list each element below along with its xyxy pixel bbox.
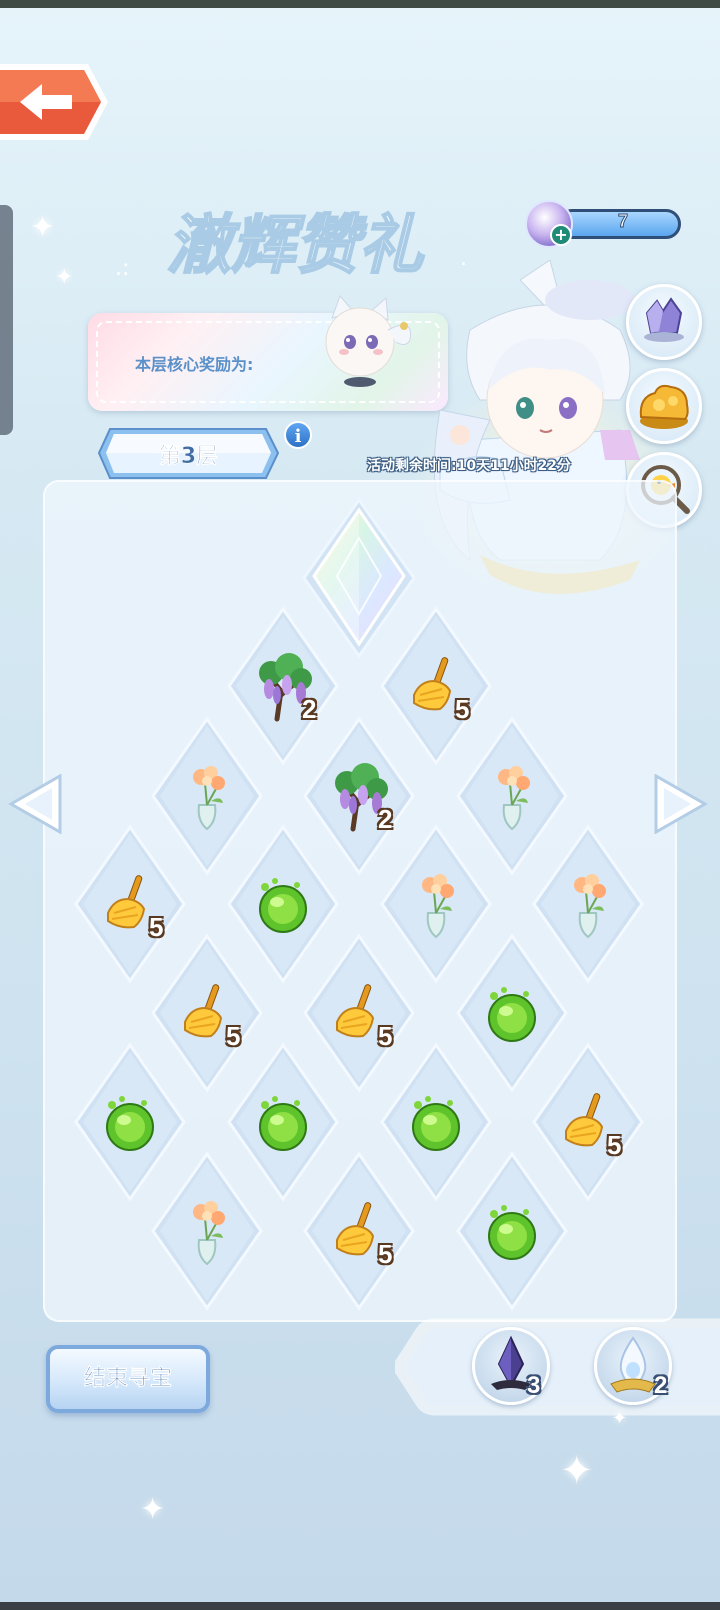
green-orb-icon [476, 978, 548, 1050]
dark-crystal-count: 3 [527, 1372, 541, 1399]
side-button-crystal[interactable] [626, 284, 702, 360]
floor-label: 第3层 [158, 444, 219, 470]
green-orb-icon [400, 1087, 472, 1159]
flower-vase-icon [552, 869, 624, 941]
back-button[interactable] [0, 62, 112, 142]
add-currency-button[interactable]: + [550, 224, 572, 246]
golden-treasure-icon [639, 384, 689, 429]
green-orb-icon [247, 869, 319, 941]
bottom-strip [0, 1602, 720, 1610]
svg-text:澈辉赞礼: 澈辉赞礼 [167, 208, 425, 283]
flower-vase-icon [476, 761, 548, 833]
green-orb-icon [476, 1196, 548, 1268]
purple-crystal-icon [644, 297, 684, 342]
light-crystal-count: 2 [654, 1372, 668, 1399]
top-strip [0, 0, 720, 8]
sparkle-icon: ✦ [140, 1492, 166, 1527]
sparkle-icon: ✦ [30, 210, 56, 245]
left-arrow-icon [7, 773, 62, 835]
sparkle-icon: ✦ [560, 1448, 594, 1494]
board-tile[interactable]: 5 [302, 1151, 416, 1311]
prev-page-button[interactable] [7, 773, 62, 835]
end-button-label: 结束寻宝 [83, 1366, 172, 1391]
end-treasure-hunt-button[interactable]: 结束寻宝 [46, 1345, 210, 1413]
green-orb-icon [247, 1087, 319, 1159]
tile-count: 5 [607, 1130, 622, 1160]
flower-vase-icon [171, 1196, 243, 1268]
board-tile[interactable] [455, 1151, 569, 1311]
board-tile[interactable] [150, 1151, 264, 1311]
core-reward-label: 本层核心奖励为: [135, 355, 254, 374]
green-orb-icon [94, 1087, 166, 1159]
side-button-treasure[interactable] [626, 368, 702, 444]
side-drawer-handle[interactable] [0, 205, 13, 435]
tile-count: 5 [378, 1239, 393, 1269]
currency-value: 7 [617, 211, 628, 232]
next-page-button[interactable] [654, 773, 709, 835]
sparkle-icon: ✦ [55, 265, 74, 290]
right-arrow-icon [654, 773, 709, 835]
flower-vase-icon [400, 869, 472, 941]
svg-text:.:: .: [115, 256, 129, 281]
event-timer: 活动剩余时间:10天11小时22分 [367, 458, 572, 474]
currency-counter[interactable]: 7 + [525, 200, 690, 248]
info-icon[interactable]: i [284, 421, 312, 449]
flower-vase-icon [171, 761, 243, 833]
back-arrow-icon [0, 64, 108, 140]
